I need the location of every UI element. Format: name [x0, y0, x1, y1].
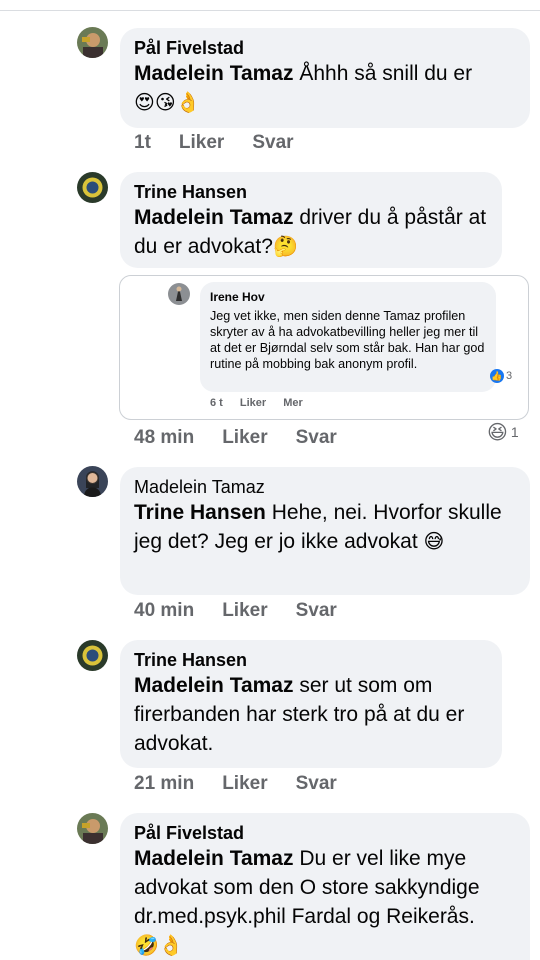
comment-actions: 1t Liker Svar — [134, 132, 322, 154]
shared-author: Irene Hov — [210, 290, 265, 304]
comment-author[interactable]: Pål Fivelstad — [134, 822, 516, 844]
comment-body: Åhhh så snill du er — [293, 62, 473, 85]
emoji-text: 🤣👌 — [134, 933, 184, 957]
shared-time: 6 t — [210, 397, 223, 409]
comment-actions: 21 min Liker Svar — [134, 773, 365, 795]
comment-text: Trine Hansen Hehe, nei. Hvorfor skulle j… — [134, 498, 516, 556]
comment-bubble: Pål Fivelstad Madelein Tamaz Åhhh så sni… — [120, 28, 530, 128]
like-icon: 👍 — [490, 369, 504, 383]
comment-time[interactable]: 1t — [134, 132, 151, 154]
comment-time[interactable]: 48 min — [134, 427, 194, 449]
comment-time[interactable]: 21 min — [134, 773, 194, 795]
comment-text: Madelein Tamaz ser ut som om firerbanden… — [134, 671, 488, 758]
shared-actions: 6 t Liker Mer — [210, 397, 317, 409]
comment-bubble: Madelein Tamaz Trine Hansen Hehe, nei. H… — [120, 467, 530, 595]
reply-button[interactable]: Svar — [296, 600, 337, 622]
comment-text: Madelein Tamaz driver du å påstår at du … — [134, 203, 488, 261]
like-button[interactable]: Liker — [222, 600, 267, 622]
shared-like: Liker — [239, 397, 267, 409]
reaction-total: 1 — [510, 424, 519, 440]
avatar[interactable] — [77, 640, 108, 671]
like-button[interactable]: Liker — [179, 132, 224, 154]
comment-author[interactable]: Trine Hansen — [134, 181, 488, 203]
haha-icon: 😆 — [487, 420, 508, 444]
avatar[interactable] — [77, 27, 108, 58]
reply-button[interactable]: Svar — [252, 132, 293, 154]
comment-time[interactable]: 40 min — [134, 600, 194, 622]
comment-actions: 40 min Liker Svar — [134, 600, 365, 622]
comment-author[interactable]: Trine Hansen — [134, 649, 488, 671]
like-button[interactable]: Liker — [222, 773, 267, 795]
mention-link[interactable]: Madelein Tamaz — [134, 847, 294, 870]
mention-link[interactable]: Madelein Tamaz — [134, 62, 294, 85]
top-divider — [0, 10, 540, 11]
emoji-text: 🤔 — [272, 234, 298, 258]
comment-author[interactable]: Madelein Tamaz — [134, 476, 516, 498]
reaction-number: 3 — [506, 370, 513, 382]
reply-button[interactable]: Svar — [296, 427, 337, 449]
mention-link[interactable]: Madelein Tamaz — [134, 206, 294, 229]
reply-button[interactable]: Svar — [296, 773, 337, 795]
comment-bubble: Pål Fivelstad Madelein Tamaz Du er vel l… — [120, 813, 530, 960]
mention-link[interactable]: Trine Hansen — [134, 501, 266, 524]
shared-text: Jeg vet ikke, men siden denne Tamaz prof… — [210, 309, 485, 371]
reaction-summary[interactable]: 😆 1 — [487, 420, 519, 444]
mention-link[interactable]: Madelein Tamaz — [134, 674, 294, 697]
shared-comment-card[interactable]: Irene Hov Jeg vet ikke, men siden denne … — [119, 275, 529, 420]
like-button[interactable]: Liker — [222, 427, 267, 449]
comment-text: Madelein Tamaz Åhhh så snill du er 😍😘👌 — [134, 59, 516, 117]
comment-text: Madelein Tamaz Du er vel like mye advoka… — [134, 844, 516, 960]
emoji-text: 😅 — [423, 529, 445, 553]
comment-author[interactable]: Pål Fivelstad — [134, 37, 516, 59]
comment-bubble: Trine Hansen Madelein Tamaz driver du å … — [120, 172, 502, 268]
reaction-count: 👍 3 — [490, 369, 512, 383]
avatar[interactable] — [77, 813, 108, 844]
comment-actions: 48 min Liker Svar — [134, 427, 365, 449]
avatar[interactable] — [77, 172, 108, 203]
emoji-text: 😍😘👌 — [134, 90, 201, 114]
shared-more: Mer — [283, 397, 303, 409]
comment-bubble: Trine Hansen Madelein Tamaz ser ut som o… — [120, 640, 502, 768]
avatar[interactable] — [77, 466, 108, 497]
avatar — [168, 283, 190, 305]
shared-comment-bubble: Irene Hov Jeg vet ikke, men siden denne … — [200, 282, 496, 392]
